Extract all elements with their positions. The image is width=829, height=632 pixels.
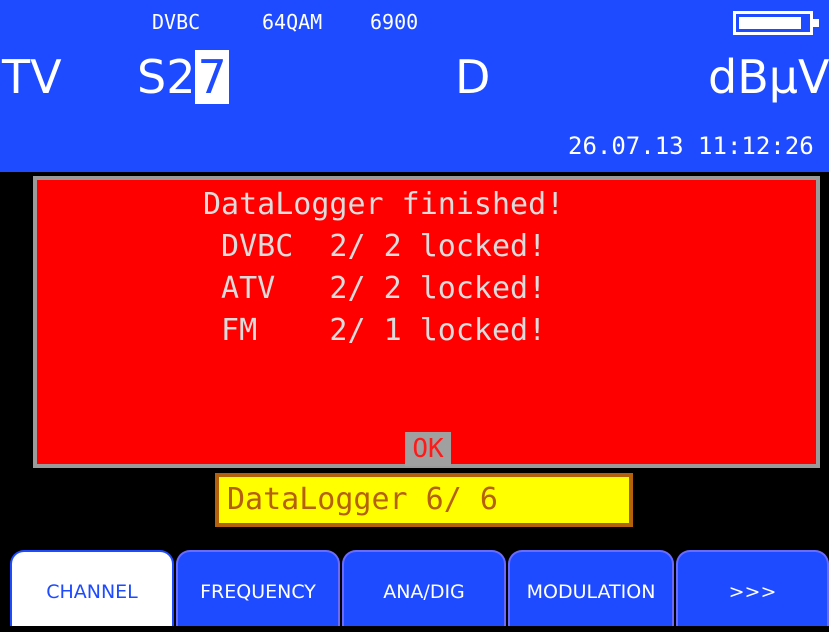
- frequency-button[interactable]: FREQUENCY: [176, 550, 340, 626]
- modulation-button[interactable]: MODULATION: [508, 550, 674, 626]
- dialog-line-fm: FM 2/ 1 locked!: [203, 313, 547, 348]
- channel-button[interactable]: CHANNEL: [10, 550, 174, 626]
- signal-type-label: D: [455, 50, 491, 104]
- softkey-bar: CHANNEL FREQUENCY ANA/DIG MODULATION >>>: [0, 550, 829, 626]
- dialog-line-atv: ATV 2/ 2 locked!: [203, 271, 547, 306]
- battery-level: [739, 17, 801, 29]
- channel-cursor[interactable]: 7: [195, 50, 229, 104]
- status-header: DVBC 64QAM 6900 TV S27 D dBµV 26.07.13 1…: [0, 0, 829, 172]
- datalogger-dialog: DataLogger finished! DVBC 2/ 2 locked! A…: [33, 176, 820, 468]
- channel-prefix: S2: [137, 50, 196, 104]
- modulation-label: 64QAM: [262, 10, 323, 34]
- channel-field[interactable]: S27: [137, 50, 229, 104]
- battery-tip: [813, 19, 819, 27]
- system-label: DVBC: [152, 10, 201, 34]
- datalogger-status: DataLogger 6/ 6: [215, 473, 633, 527]
- dialog-line-dvbc: DVBC 2/ 2 locked!: [203, 229, 547, 264]
- mode-label: TV: [2, 50, 62, 104]
- symbol-rate-label: 6900: [370, 10, 419, 34]
- ok-button[interactable]: OK: [405, 432, 451, 466]
- unit-label: dBµV: [708, 50, 829, 104]
- ana-dig-button[interactable]: ANA/DIG: [342, 550, 506, 626]
- more-button[interactable]: >>>: [676, 550, 829, 626]
- battery-icon: [733, 11, 819, 35]
- dialog-title: DataLogger finished!: [203, 187, 565, 222]
- datetime-label: 26.07.13 11:12:26: [568, 132, 814, 160]
